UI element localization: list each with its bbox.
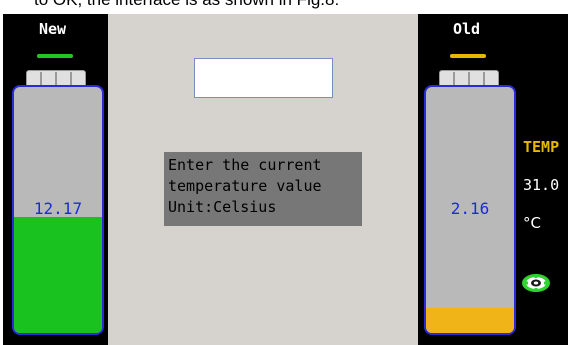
- temperature-input[interactable]: [194, 58, 333, 98]
- new-battery-label: New: [39, 20, 67, 38]
- device-screen: New 12.17 Enter the current temperature …: [3, 14, 568, 345]
- entry-panel: Enter the current temperature value Unit…: [108, 14, 418, 345]
- gear-icon[interactable]: [521, 273, 551, 293]
- old-battery: 2.16: [424, 85, 516, 335]
- new-battery-fill: [14, 217, 102, 333]
- temp-value: 31.0: [523, 176, 560, 194]
- old-battery-value: 2.16: [450, 199, 490, 218]
- old-battery-indicator: [450, 54, 486, 58]
- new-battery: 12.17: [12, 85, 104, 335]
- new-battery-indicator: [37, 54, 73, 58]
- temp-label: TEMP: [523, 138, 560, 156]
- temperature-prompt: Enter the current temperature value Unit…: [164, 152, 362, 226]
- new-battery-value: 12.17: [33, 199, 83, 218]
- page-caption: to OK, the interface is as shown in Fig.…: [34, 0, 554, 14]
- old-battery-label: Old: [453, 20, 481, 38]
- old-battery-fill: [426, 308, 514, 333]
- temp-unit: °C: [523, 214, 541, 232]
